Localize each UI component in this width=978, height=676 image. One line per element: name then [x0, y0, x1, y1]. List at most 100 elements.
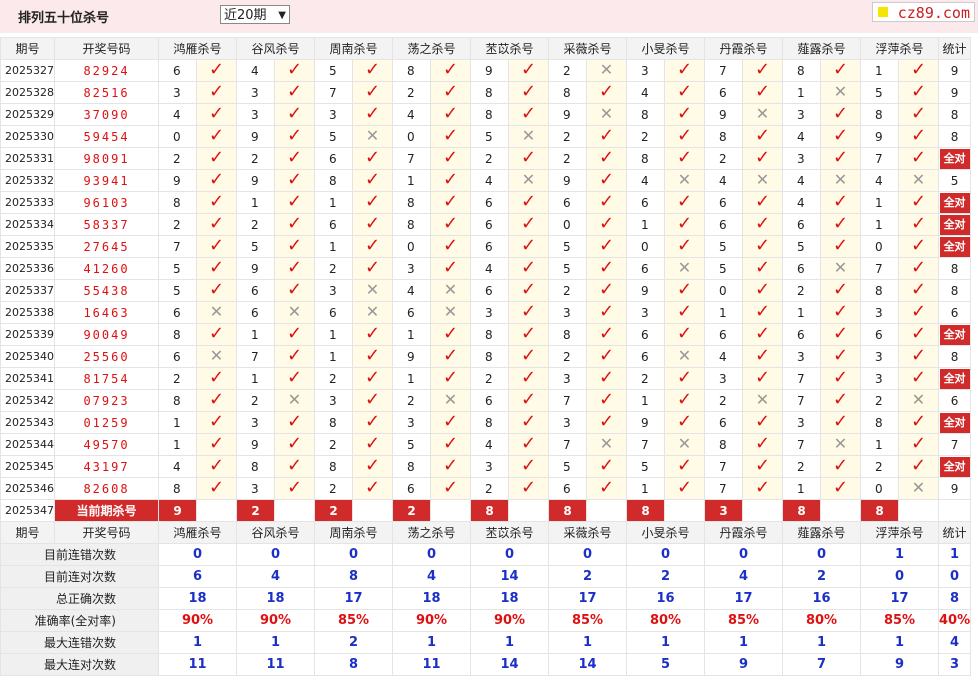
check-icon: ✓ [208, 279, 225, 300]
result-cell: ✓ [508, 257, 549, 280]
check-icon: ✓ [754, 279, 771, 300]
check-icon: ✓ [520, 323, 537, 344]
kill-number-cell: 2 [548, 279, 587, 302]
result-cell: ✓ [742, 257, 783, 280]
result-cell: ✓ [820, 411, 861, 434]
stats-value: 7 [782, 653, 861, 676]
kill-number-cell: 2 [392, 81, 431, 104]
period-cell: 2025332 [0, 169, 55, 192]
kill-number-cell: 9 [548, 103, 587, 126]
check-icon: ✓ [520, 455, 537, 476]
kill-number-cell: 3 [548, 301, 587, 324]
stat-cell: 7 [937, 433, 972, 456]
kill-number-cell: 2 [470, 367, 509, 390]
check-icon: ✓ [364, 367, 381, 388]
result-cell: ✓ [430, 367, 471, 390]
result-cell: ✓ [898, 235, 939, 258]
kill-number-cell: 6 [236, 279, 275, 302]
result-cell: ✓ [508, 59, 549, 82]
check-icon: ✓ [286, 477, 303, 498]
period-cell: 2025329 [0, 103, 55, 126]
kill-number-cell: 0 [860, 477, 899, 500]
result-cell: ✓ [430, 103, 471, 126]
result-cell: ✓ [508, 477, 549, 500]
result-cell: ✓ [586, 411, 627, 434]
result-cell: ✓ [898, 257, 939, 280]
result-cell: ✓ [898, 411, 939, 434]
stat-cell: 全对 [937, 235, 972, 258]
col-killer: 薤露杀号 [782, 521, 861, 544]
result-cell: ✓ [352, 169, 393, 192]
table-row: 2025340 25560 6 ✕ 7 ✓ 1 ✓ 9 ✓ 8 ✓ 2 ✓ 6 ✕ 4 ✓ 3 ✓ 3 ✓ 8 [0, 345, 972, 368]
draw-number-cell: 59454 [54, 125, 159, 148]
kill-number-cell: 2 [860, 455, 899, 478]
check-icon: ✓ [910, 323, 927, 344]
check-icon: ✓ [208, 59, 225, 80]
result-cell: ✓ [664, 81, 705, 104]
result-cell: ✓ [898, 103, 939, 126]
result-cell: ✓ [274, 323, 315, 346]
result-cell: ✓ [196, 213, 237, 236]
kill-number-cell: 8 [314, 169, 353, 192]
correct-count: 8 [950, 129, 959, 144]
col-killer: 丹霞杀号 [704, 521, 783, 544]
stats-value: 11 [158, 653, 237, 676]
result-cell: ✓ [196, 81, 237, 104]
check-icon: ✓ [520, 235, 537, 256]
kill-number-cell: 1 [392, 367, 431, 390]
result-cell: ✕ [820, 169, 861, 192]
cross-icon: ✕ [755, 104, 770, 123]
kill-number-cell: 7 [704, 477, 743, 500]
col-code: 开奖号码 [54, 37, 159, 60]
result-cell: ✓ [196, 147, 237, 170]
kill-number-cell: 8 [704, 433, 743, 456]
stats-row: 目前连对次数 6 4 8 4 14 2 2 4 2 0 0 [0, 565, 972, 588]
kill-number-cell: 3 [626, 301, 665, 324]
check-icon: ✓ [910, 455, 927, 476]
kill-number-cell: 8 [392, 191, 431, 214]
result-cell: ✓ [664, 323, 705, 346]
correct-count: 6 [950, 393, 959, 408]
correct-count: 9 [950, 63, 959, 78]
stats-row: 最大连对次数 11 11 8 11 14 14 5 9 7 9 3 [0, 653, 972, 676]
result-cell: ✕ [664, 433, 705, 456]
kill-number-cell: 4 [704, 345, 743, 368]
stat-cell: 全对 [937, 147, 972, 170]
stats-value: 16 [626, 587, 705, 610]
stats-row: 最大连错次数 1 1 2 1 1 1 1 1 1 1 4 [0, 631, 972, 654]
check-icon: ✓ [520, 191, 537, 212]
check-icon: ✓ [832, 125, 849, 146]
check-icon: ✓ [520, 279, 537, 300]
kill-number-cell: 8 [548, 81, 587, 104]
result-cell: ✓ [586, 301, 627, 324]
top-bar: 排列五十位杀号 近20期 ▼ cz89.com [0, 0, 978, 33]
kill-number-cell: 3 [470, 455, 509, 478]
kill-number-cell: 3 [470, 301, 509, 324]
stats-value: 1 [860, 631, 939, 654]
kill-number-cell: 1 [626, 213, 665, 236]
kill-number-cell: 5 [548, 235, 587, 258]
stat-cell: 8 [937, 279, 972, 302]
cross-icon: ✕ [677, 346, 692, 365]
result-cell: ✓ [664, 389, 705, 412]
kill-number-cell: 8 [860, 103, 899, 126]
kill-number-cell: 1 [782, 301, 821, 324]
result-cell: ✕ [508, 169, 549, 192]
result-cell: ✓ [586, 213, 627, 236]
result-cell: ✓ [742, 433, 783, 456]
kill-number-cell: 8 [626, 147, 665, 170]
site-logo[interactable]: cz89.com [872, 2, 975, 22]
period-range-select[interactable]: 近20期 ▼ [220, 5, 290, 24]
result-cell: ✓ [586, 191, 627, 214]
kill-number-cell: 2 [314, 367, 353, 390]
result-cell: ✓ [430, 125, 471, 148]
result-cell: ✕ [586, 433, 627, 456]
draw-number-cell: 49570 [54, 433, 159, 456]
all-correct-badge: 全对 [939, 236, 970, 257]
check-icon: ✓ [676, 477, 693, 498]
kill-number-cell: 8 [158, 191, 197, 214]
check-icon: ✓ [286, 433, 303, 454]
check-icon: ✓ [910, 191, 927, 212]
check-icon: ✓ [598, 213, 615, 234]
check-icon: ✓ [286, 81, 303, 102]
